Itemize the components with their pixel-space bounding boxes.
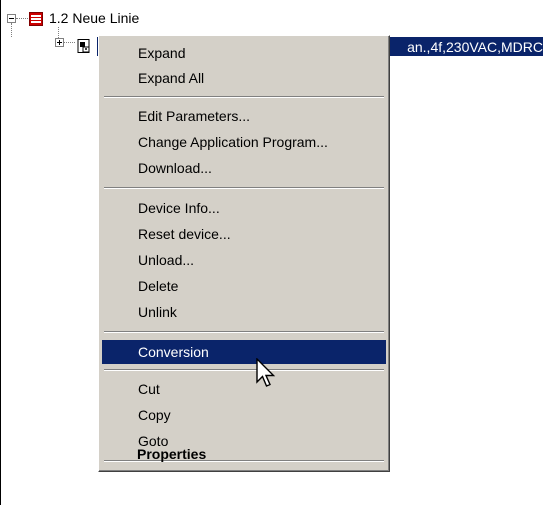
menu-item-download[interactable]: Download... <box>102 156 386 180</box>
tree-connector <box>16 18 28 19</box>
tree-connector <box>64 42 75 43</box>
menu-item-reset-device[interactable]: Reset device... <box>102 222 386 246</box>
menu-separator <box>104 187 384 189</box>
menu-item-unlink[interactable]: Unlink <box>102 300 386 324</box>
menu-item-unload[interactable]: Unload... <box>102 248 386 272</box>
menu-separator <box>104 96 384 98</box>
device-node-label-end: an.,4f,230VAC,MDRC <box>407 39 543 55</box>
menu-separator <box>104 331 384 333</box>
line-icon[interactable] <box>29 12 43 26</box>
menu-item-copy[interactable]: Copy <box>102 403 386 427</box>
collapse-line-toggle[interactable] <box>7 14 16 23</box>
device-icon[interactable] <box>76 38 92 54</box>
tree-border <box>0 0 1 505</box>
menu-item-delete[interactable]: Delete <box>102 274 386 298</box>
menu-item-expand-all[interactable]: Expand All <box>102 66 386 90</box>
expand-device-toggle[interactable] <box>55 38 64 47</box>
context-menu: Expand Expand All Edit Parameters... Cha… <box>98 35 390 472</box>
menu-item-device-info[interactable]: Device Info... <box>102 196 386 220</box>
menu-separator <box>104 369 384 371</box>
menu-item-expand[interactable]: Expand <box>102 41 386 65</box>
menu-item-conversion[interactable]: Conversion <box>102 340 386 364</box>
menu-item-change-application-program[interactable]: Change Application Program... <box>102 130 386 154</box>
tree-connector <box>58 27 59 38</box>
menu-item-cut[interactable]: Cut <box>102 377 386 401</box>
menu-item-properties[interactable]: Properties <box>101 442 385 466</box>
line-node-label[interactable]: 1.2 Neue Linie <box>49 10 139 26</box>
tree-connector <box>11 23 12 37</box>
mouse-pointer-icon <box>256 358 276 387</box>
menu-item-edit-parameters[interactable]: Edit Parameters... <box>102 104 386 128</box>
